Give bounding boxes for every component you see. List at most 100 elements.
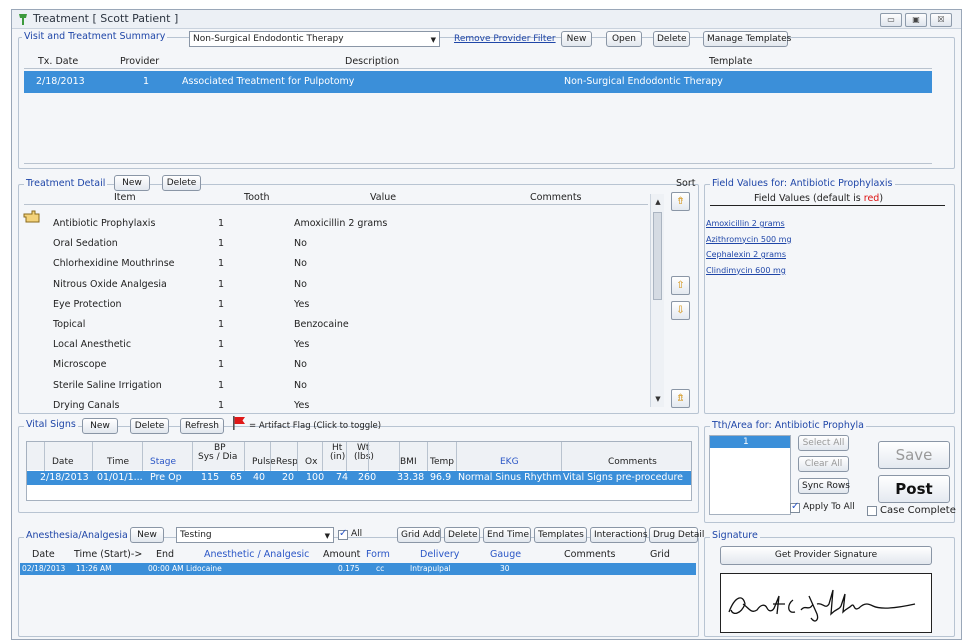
sort-bottom-button[interactable]: ⇯ xyxy=(671,389,690,408)
sort-up-button[interactable]: ⇧ xyxy=(671,276,690,295)
field-value-link[interactable]: Clindimycin 600 mg xyxy=(706,266,786,275)
col-anes-form[interactable]: Form xyxy=(366,549,390,560)
close-button[interactable]: ☒ xyxy=(930,13,952,27)
field-value-link[interactable]: Azithromycin 500 mg xyxy=(706,235,792,244)
detail-scrollbar[interactable]: ▲ ▼ xyxy=(650,194,664,407)
apply-to-all-checkbox[interactable] xyxy=(790,501,800,513)
signature-pad[interactable] xyxy=(720,573,932,633)
vitals-col-date[interactable]: Date xyxy=(52,457,74,467)
summary-row-provider: 1 xyxy=(143,76,150,87)
vitals-col-wt-bottom[interactable]: (lbs) xyxy=(354,452,374,462)
col-anes-anesthetic[interactable]: Anesthetic / Analgesic xyxy=(204,549,309,560)
templates-button[interactable]: Templates xyxy=(534,527,587,543)
vitals-delete-button[interactable]: Delete xyxy=(130,418,169,434)
detail-value-cell[interactable]: Yes xyxy=(294,400,309,411)
field-values-header-prefix: Field Values (default is xyxy=(754,193,864,204)
col-anes-time[interactable]: Time (Start)-> xyxy=(74,549,142,560)
anes-row-time: 11:26 AM xyxy=(76,564,112,573)
anesthesia-row[interactable]: 02/18/2013 11:26 AM 00:00 AM Lidocaine 0… xyxy=(20,563,696,575)
col-anes-gauge[interactable]: Gauge xyxy=(490,549,521,560)
col-comments[interactable]: Comments xyxy=(530,192,582,203)
sort-down-button[interactable]: ⇩ xyxy=(671,301,690,320)
anesthesia-delete-button[interactable]: Delete xyxy=(444,527,480,543)
detail-value-cell[interactable]: Amoxicillin 2 grams xyxy=(294,218,387,229)
get-provider-signature-button[interactable]: Get Provider Signature xyxy=(720,546,932,565)
minimize-button[interactable]: ▭ xyxy=(880,13,902,27)
manage-templates-button[interactable]: Manage Templates xyxy=(703,31,791,47)
remove-provider-filter-link[interactable]: Remove Provider Filter xyxy=(454,34,556,44)
detail-new-button[interactable]: New xyxy=(114,175,150,191)
detail-value-cell[interactable]: No xyxy=(294,359,307,370)
maximize-button[interactable]: ▣ xyxy=(905,13,927,27)
col-tx-date[interactable]: Tx. Date xyxy=(38,56,78,67)
summary-row-description: Associated Treatment for Pulpotomy xyxy=(182,76,355,87)
field-value-link[interactable]: Amoxicillin 2 grams xyxy=(706,219,785,228)
detail-item-cell: Drying Canals xyxy=(53,400,120,411)
detail-value-cell[interactable]: No xyxy=(294,258,307,269)
detail-value-cell[interactable]: No xyxy=(294,380,307,391)
vitals-col-comments[interactable]: Comments xyxy=(608,457,657,467)
post-button[interactable]: Post xyxy=(878,475,950,503)
anesthesia-new-button[interactable]: New xyxy=(130,527,164,543)
detail-value-cell[interactable]: No xyxy=(294,238,307,249)
vitals-col-ox[interactable]: Ox xyxy=(305,457,317,467)
vitals-row-ht: 74 xyxy=(336,472,349,483)
col-value[interactable]: Value xyxy=(370,192,396,203)
col-anes-end[interactable]: End xyxy=(156,549,174,560)
vitals-col-bmi[interactable]: BMI xyxy=(400,457,417,467)
interactions-button[interactable]: Interactions xyxy=(590,527,648,543)
col-item[interactable]: Item xyxy=(114,192,136,203)
sort-top-button[interactable]: ⇮ xyxy=(671,192,690,211)
field-value-link[interactable]: Cephalexin 2 grams xyxy=(706,250,786,259)
vitals-col-ekg[interactable]: EKG xyxy=(500,457,519,467)
col-template[interactable]: Template xyxy=(709,56,752,67)
detail-delete-button[interactable]: Delete xyxy=(162,175,201,191)
vitals-row-ox: 100 xyxy=(306,472,325,483)
drug-detail-button[interactable]: Drug Detail xyxy=(649,527,704,543)
clear-all-button[interactable]: Clear All xyxy=(798,456,849,472)
grid-add-button[interactable]: Grid Add xyxy=(397,527,441,543)
vitals-col-stage[interactable]: Stage xyxy=(150,457,176,467)
detail-value-cell[interactable]: Benzocaine xyxy=(294,319,349,330)
detail-value-cell[interactable]: Yes xyxy=(294,339,309,350)
detail-value-cell[interactable]: Yes xyxy=(294,299,309,310)
vitals-col-bp-bottom[interactable]: Sys / Dia xyxy=(198,452,237,462)
col-anes-comments[interactable]: Comments xyxy=(564,549,616,560)
summary-delete-button[interactable]: Delete xyxy=(653,31,690,47)
vitals-col-pulse[interactable]: Pulse xyxy=(252,457,276,467)
vitals-col-ht-bottom[interactable]: (in) xyxy=(330,452,345,462)
chevron-down-icon: ▼ xyxy=(430,36,436,44)
col-anes-date[interactable]: Date xyxy=(32,549,55,560)
col-provider[interactable]: Provider xyxy=(120,56,159,67)
anesthesia-select-value: Testing xyxy=(180,530,212,540)
all-checkbox[interactable] xyxy=(338,528,348,540)
scroll-down-icon[interactable]: ▼ xyxy=(652,393,664,405)
template-select-value: Non-Surgical Endodontic Therapy xyxy=(193,34,344,44)
summary-open-button[interactable]: Open xyxy=(606,31,642,47)
scroll-up-icon[interactable]: ▲ xyxy=(652,196,664,208)
col-description[interactable]: Description xyxy=(345,56,399,67)
vitals-col-temp[interactable]: Temp xyxy=(430,457,454,467)
case-complete-checkbox[interactable] xyxy=(867,506,877,516)
scroll-thumb[interactable] xyxy=(653,212,662,300)
save-button[interactable]: Save xyxy=(878,441,950,469)
summary-new-button[interactable]: New xyxy=(561,31,592,47)
detail-value-cell[interactable]: No xyxy=(294,279,307,290)
col-anes-grid[interactable]: Grid xyxy=(650,549,670,560)
vitals-row[interactable]: 2/18/2013 01/01/1... Pre Op 115 65 40 20… xyxy=(27,471,691,485)
vitals-col-resp[interactable]: Resp xyxy=(276,457,298,467)
col-anes-delivery[interactable]: Delivery xyxy=(420,549,459,560)
window-title: Treatment [ Scott Patient ] xyxy=(33,12,179,25)
vitals-col-time[interactable]: Time xyxy=(107,457,129,467)
vitals-refresh-button[interactable]: Refresh xyxy=(180,418,224,434)
end-time-button[interactable]: End Time xyxy=(483,527,531,543)
anesthesia-select[interactable]: Testing ▼ xyxy=(176,527,334,543)
select-all-button[interactable]: Select All xyxy=(798,435,849,451)
col-tooth[interactable]: Tooth xyxy=(244,192,270,203)
tooth-list-item[interactable]: 1 xyxy=(710,436,790,448)
col-anes-amount[interactable]: Amount xyxy=(323,549,360,560)
sync-rows-button[interactable]: Sync Rows xyxy=(798,478,850,494)
vitals-new-button[interactable]: New xyxy=(82,418,118,434)
template-select[interactable]: Non-Surgical Endodontic Therapy ▼ xyxy=(189,31,440,47)
summary-row[interactable]: 2/18/2013 1 Associated Treatment for Pul… xyxy=(24,71,932,93)
